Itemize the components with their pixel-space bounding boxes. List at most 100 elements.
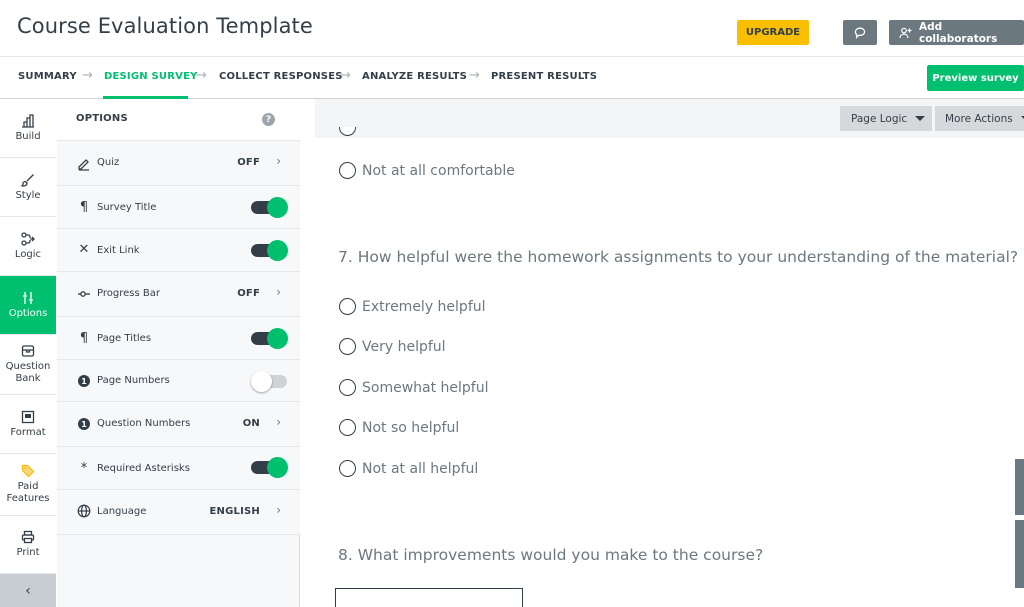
option-value: ENGLISH xyxy=(209,506,260,517)
rail-item-label: Options xyxy=(8,307,48,319)
choice-very-helpful[interactable]: Very helpful xyxy=(339,338,446,355)
choice-label: Not at all helpful xyxy=(362,460,479,477)
question-7-title[interactable]: 7. How helpful were the homework assignm… xyxy=(338,248,1018,266)
number-icon: 1 xyxy=(77,374,91,388)
exit-link-toggle[interactable] xyxy=(251,240,288,261)
options-panel: OPTIONS ? Quiz OFF › ¶ Survey Title ✕ Ex… xyxy=(57,99,300,607)
options-panel-title: OPTIONS xyxy=(76,113,128,124)
page-logic-button[interactable]: Page Logic xyxy=(840,106,932,131)
choice-not-at-all-helpful[interactable]: Not at all helpful xyxy=(339,460,478,477)
caret-down-icon xyxy=(915,116,926,121)
choice-not-so-helpful[interactable]: Not so helpful xyxy=(339,419,459,436)
radio-button[interactable] xyxy=(339,460,356,477)
choice-extremely-helpful[interactable]: Extremely helpful xyxy=(339,298,486,315)
nav-collect-responses[interactable]: COLLECT RESPONSES xyxy=(219,71,343,82)
rail-item-label: Logic xyxy=(14,248,42,260)
option-label: Exit Link xyxy=(97,245,140,256)
app-header: Course Evaluation Template UPGRADE Add c… xyxy=(0,0,1024,57)
rail-item-label: Paid Features xyxy=(6,481,50,504)
question-8-title[interactable]: 8. What improvements would you make to t… xyxy=(338,546,763,564)
more-actions-button[interactable]: More Actions xyxy=(935,106,1024,131)
chevron-left-icon: ‹ xyxy=(25,582,31,599)
option-page-numbers: 1 Page Numbers xyxy=(57,360,300,402)
more-actions-label: More Actions xyxy=(945,112,1013,125)
option-survey-title: ¶ Survey Title xyxy=(57,186,300,229)
choice-label: Somewhat helpful xyxy=(362,379,489,396)
nav-present-results[interactable]: PRESENT RESULTS xyxy=(491,71,597,82)
option-label: Progress Bar xyxy=(97,288,160,299)
nav-summary[interactable]: SUMMARY xyxy=(18,71,77,82)
rail-item-question-bank[interactable]: Question Bank xyxy=(0,335,56,395)
rail-item-logic[interactable]: Logic xyxy=(0,217,56,276)
arrow-right-icon: → xyxy=(469,68,480,83)
option-label: Question Numbers xyxy=(97,418,191,429)
collapse-rail-button[interactable]: ‹ xyxy=(0,574,56,607)
help-icon[interactable]: ? xyxy=(262,113,275,126)
rail-item-paid-features[interactable]: Paid Features xyxy=(0,454,56,516)
option-question-numbers[interactable]: 1 Question Numbers ON › xyxy=(57,402,300,447)
radio-button[interactable] xyxy=(339,379,356,396)
choice-not-at-all-comfortable[interactable]: Not at all comfortable xyxy=(339,162,515,179)
add-collaborators-label: Add collaborators xyxy=(918,20,998,45)
choice-label: Very helpful xyxy=(362,338,446,355)
pencil-icon xyxy=(78,159,89,171)
rail-item-build[interactable]: Build xyxy=(0,99,56,158)
option-exit-link: ✕ Exit Link xyxy=(57,229,300,272)
required-asterisks-toggle[interactable] xyxy=(251,457,288,478)
preview-survey-button[interactable]: Preview survey xyxy=(927,65,1024,91)
page-numbers-toggle[interactable] xyxy=(251,371,288,392)
paragraph-icon: ¶ xyxy=(79,330,89,346)
add-collaborators-button[interactable]: Add collaborators xyxy=(889,20,1024,45)
question-bank-icon xyxy=(21,345,35,357)
radio-button[interactable] xyxy=(339,419,356,436)
options-panel-header: OPTIONS ? xyxy=(57,99,300,141)
nav-analyze-results[interactable]: ANALYZE RESULTS xyxy=(362,71,467,82)
page-titles-toggle[interactable] xyxy=(251,328,288,349)
comment-icon xyxy=(854,27,866,39)
option-value: OFF xyxy=(237,288,260,299)
rail-item-label: Format xyxy=(10,426,46,438)
rail-item-print[interactable]: Print xyxy=(0,516,56,574)
paragraph-icon: ¶ xyxy=(79,199,89,215)
survey-canvas: Page Logic More Actions Not at all comfo… xyxy=(301,99,1024,607)
side-tab-handle[interactable] xyxy=(1015,520,1024,588)
globe-icon xyxy=(77,504,91,518)
asterisk-icon: * xyxy=(80,460,88,476)
radio-button[interactable] xyxy=(339,162,356,179)
x-icon: ✕ xyxy=(78,241,90,257)
option-quiz[interactable]: Quiz OFF › xyxy=(57,142,300,186)
sliders-icon xyxy=(23,291,33,304)
choice-label: Not so helpful xyxy=(362,419,460,436)
option-page-titles: ¶ Page Titles xyxy=(57,317,300,360)
arrow-right-icon: → xyxy=(82,68,93,83)
question-8-text-input[interactable] xyxy=(335,588,523,607)
left-rail: Build Style Logic Options Question Bank xyxy=(0,99,56,607)
side-tab-handle[interactable] xyxy=(1015,459,1024,515)
arrow-right-icon: → xyxy=(340,68,351,83)
choice-somewhat-helpful[interactable]: Somewhat helpful xyxy=(339,379,489,396)
progress-icon xyxy=(78,291,90,297)
brush-icon xyxy=(21,173,34,187)
radio-button[interactable] xyxy=(339,338,356,355)
option-value: OFF xyxy=(237,157,260,168)
option-progress-bar[interactable]: Progress Bar OFF › xyxy=(57,272,300,317)
chevron-right-icon: › xyxy=(276,415,281,429)
rail-item-label: Build xyxy=(15,130,41,142)
rail-item-style[interactable]: Style xyxy=(0,158,56,217)
choice-label: Extremely helpful xyxy=(362,298,486,315)
nav-design-survey[interactable]: DESIGN SURVEY xyxy=(104,71,198,82)
radio-button-partial xyxy=(339,127,356,138)
survey-title-toggle[interactable] xyxy=(251,197,288,218)
rail-item-format[interactable]: Format xyxy=(0,395,56,454)
format-icon xyxy=(21,410,35,423)
option-language[interactable]: Language ENGLISH › xyxy=(57,490,300,535)
survey-title[interactable]: Course Evaluation Template xyxy=(17,14,313,38)
upgrade-button[interactable]: UPGRADE xyxy=(737,20,809,45)
option-label: Required Asterisks xyxy=(97,463,190,474)
printer-icon xyxy=(21,530,35,544)
rail-item-options[interactable]: Options xyxy=(0,276,56,335)
comments-button[interactable] xyxy=(843,20,877,45)
number-icon: 1 xyxy=(77,417,91,431)
chevron-right-icon: › xyxy=(276,503,281,517)
radio-button[interactable] xyxy=(339,298,356,315)
